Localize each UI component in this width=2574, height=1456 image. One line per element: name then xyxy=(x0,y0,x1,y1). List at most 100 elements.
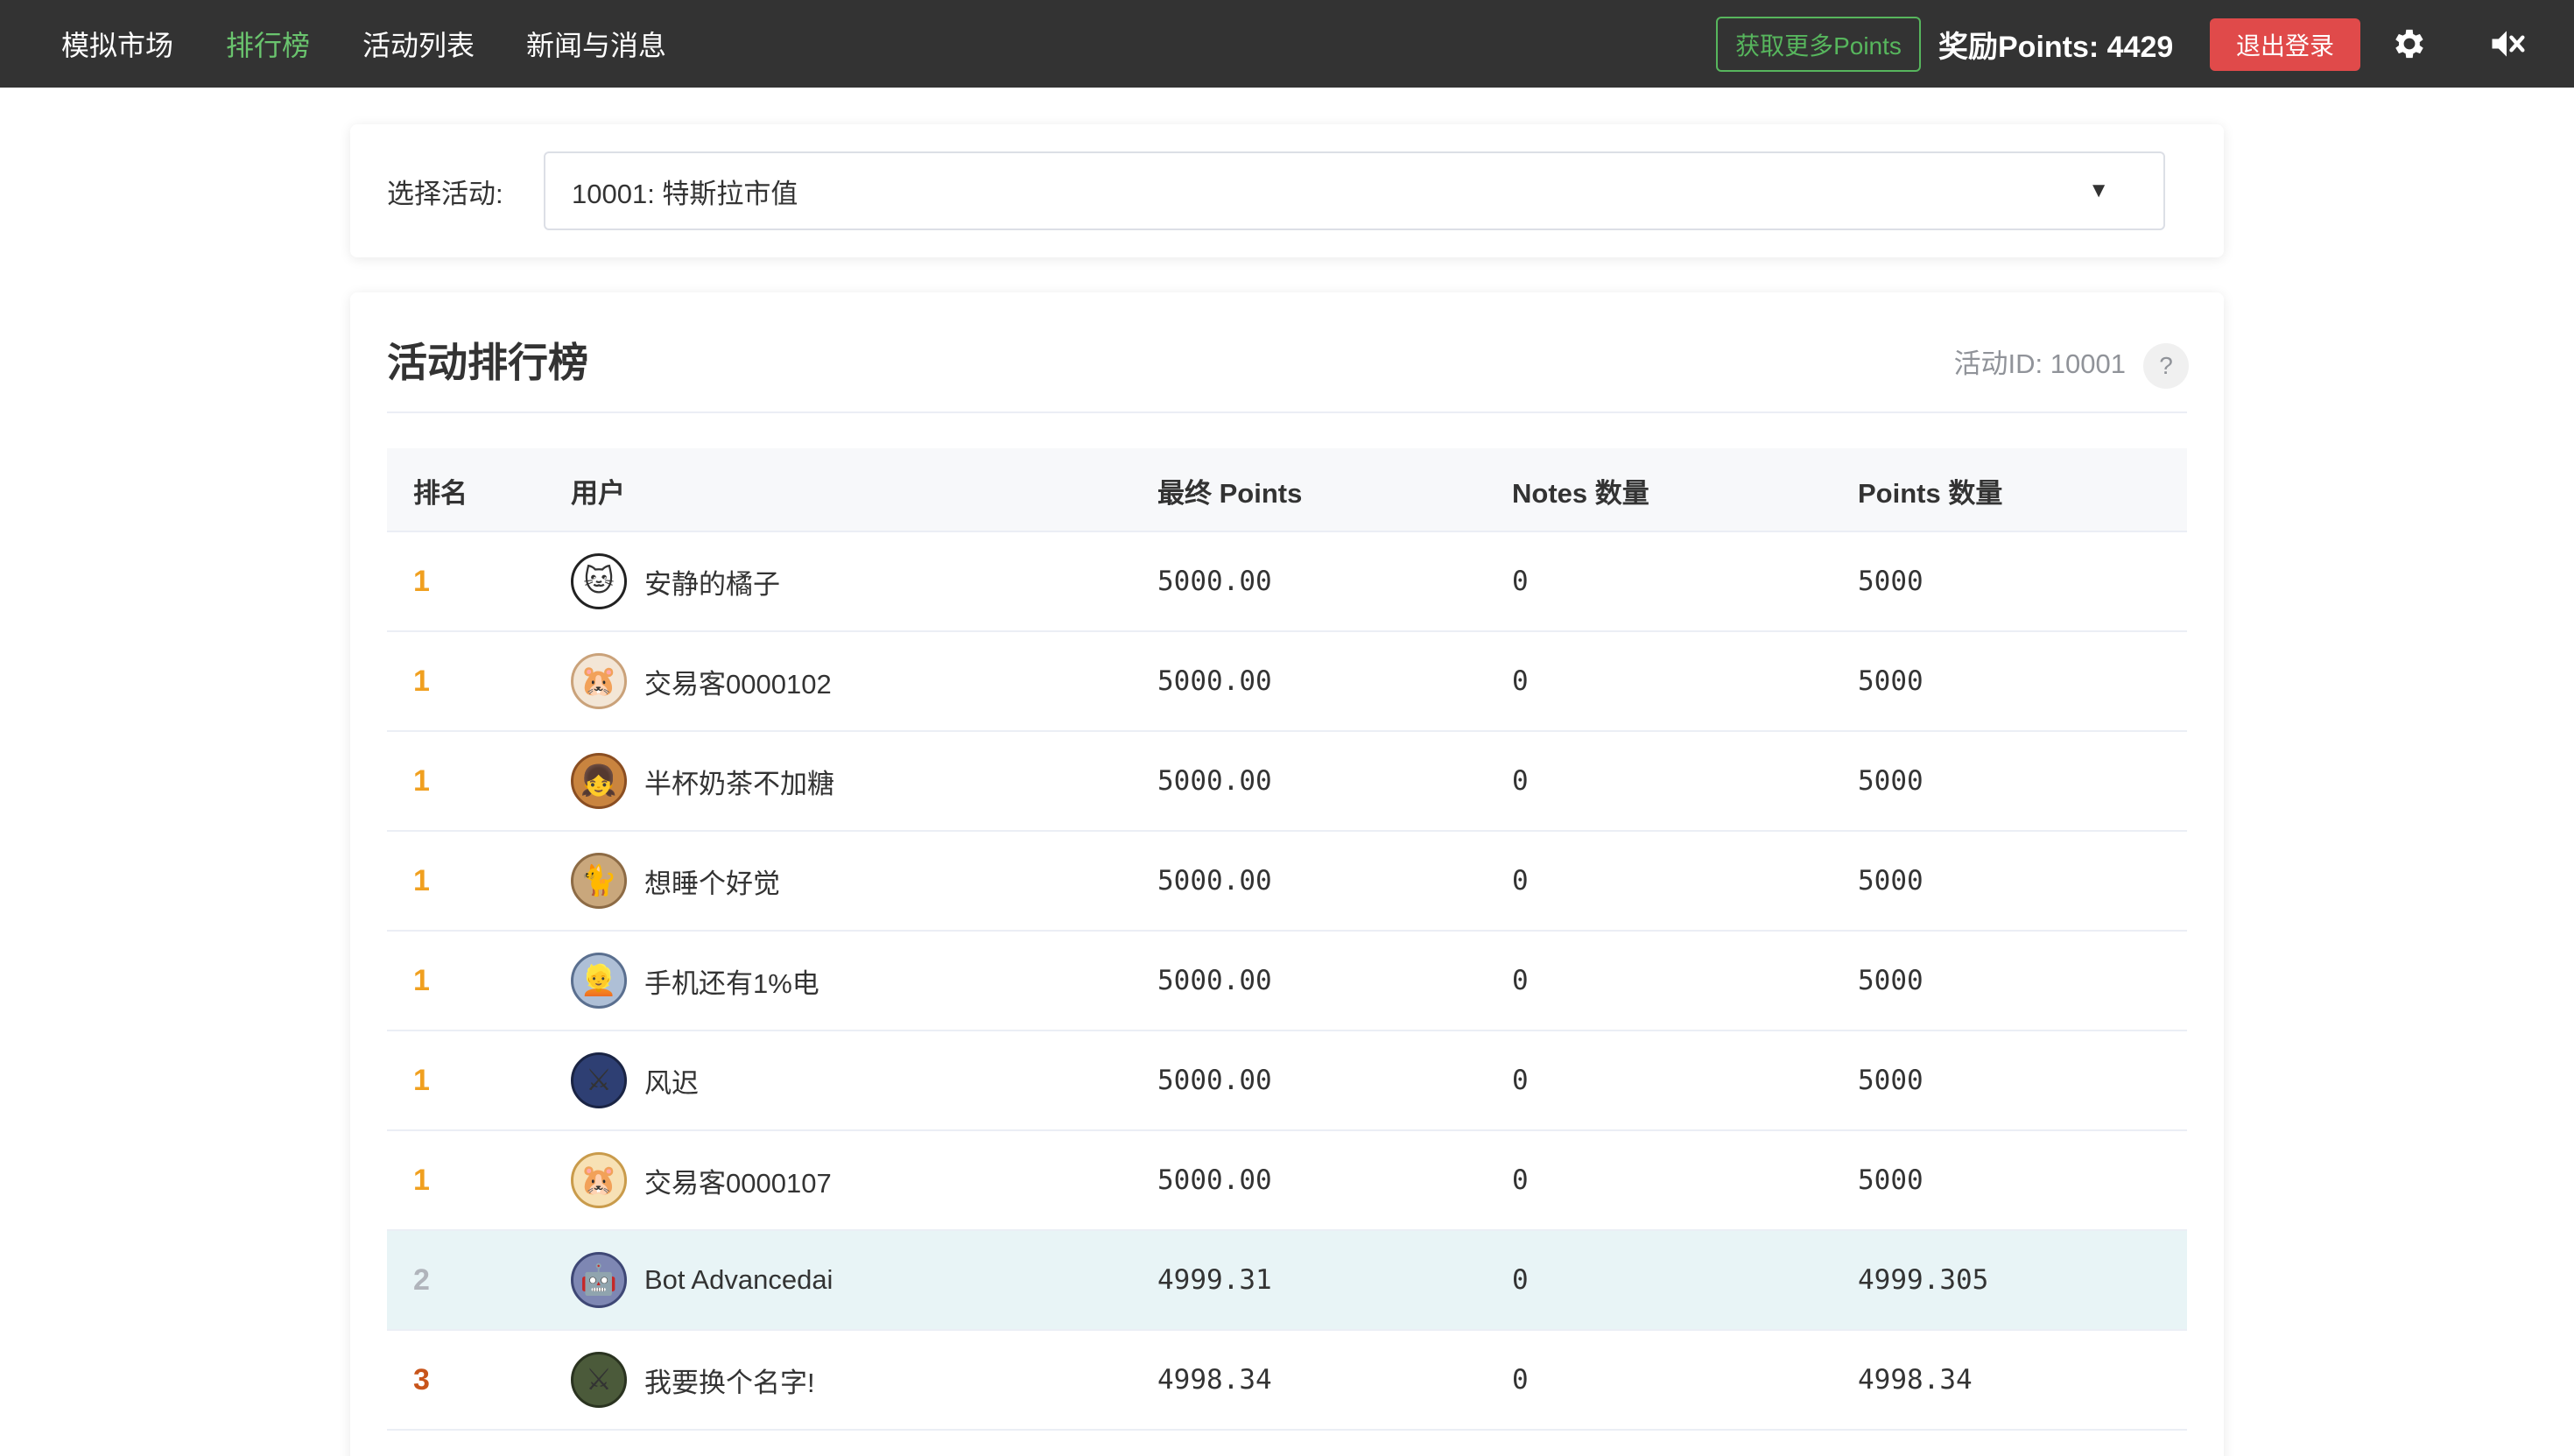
page-title: 活动排行榜 xyxy=(387,340,588,385)
rank-value: 1 xyxy=(413,963,430,997)
header-notes-count: Notes 数量 xyxy=(1512,477,1649,509)
points-count-value: 5000 xyxy=(1858,1164,1923,1196)
rank-value: 1 xyxy=(413,763,430,798)
header-user: 用户 xyxy=(571,477,625,509)
header-points-count: Points 数量 xyxy=(1858,477,2003,509)
notes-count-value: 0 xyxy=(1512,1364,1529,1396)
table-row[interactable]: 1 ⚔ 风迟 5000.00 0 5000 xyxy=(387,1031,2187,1131)
rank-value: 1 xyxy=(413,863,430,897)
notes-count-value: 0 xyxy=(1512,566,1529,597)
user-name: 手机还有1%电 xyxy=(644,967,819,999)
gear-icon[interactable] xyxy=(2388,22,2431,66)
table-header: 排名 用户 最终 Points Notes 数量 Points 数量 xyxy=(387,448,2187,532)
select-activity-label: 选择活动: xyxy=(387,178,503,209)
dropdown-arrow-icon: ▼ xyxy=(2088,179,2109,202)
rank-value: 1 xyxy=(413,1163,430,1197)
user-cell[interactable]: 🐈 想睡个好觉 xyxy=(571,832,780,930)
help-icon[interactable]: ? xyxy=(2143,343,2189,389)
points-count-value: 4998.34 xyxy=(1858,1364,1973,1396)
points-count-value: 5000 xyxy=(1858,765,1923,797)
nav-item-news[interactable]: 新闻与消息 xyxy=(526,0,666,88)
get-more-points-button[interactable]: 获取更多Points xyxy=(1716,17,1921,72)
points-count-value: 4999.305 xyxy=(1858,1264,1989,1296)
final-points-value: 5000.00 xyxy=(1157,965,1272,996)
nav-item-activities[interactable]: 活动列表 xyxy=(362,0,475,88)
title-divider xyxy=(387,411,2187,413)
user-cell[interactable]: 👧 半杯奶茶不加糖 xyxy=(571,732,834,830)
user-cell[interactable]: ⚔ 风迟 xyxy=(571,1031,699,1129)
final-points-value: 4999.31 xyxy=(1157,1264,1272,1296)
rank-value: 1 xyxy=(413,1063,430,1097)
table-row[interactable]: 3 ⚔ 我要换个名字! 4998.34 0 4998.34 xyxy=(387,1331,2187,1431)
final-points-value: 5000.00 xyxy=(1157,566,1272,597)
nav-item-market[interactable]: 模拟市场 xyxy=(61,0,173,88)
mute-icon[interactable] xyxy=(2485,22,2528,66)
activity-id-label: 活动ID: 10001 xyxy=(1953,348,2126,379)
avatar: 🤖 xyxy=(571,1252,627,1308)
avatar: 🐹 xyxy=(571,653,627,709)
nav-item-leaderboard[interactable]: 排行榜 xyxy=(226,0,310,88)
user-name: 安静的橘子 xyxy=(644,568,780,600)
avatar: 🐈 xyxy=(571,853,627,909)
table-row[interactable]: 1 🐹 交易客0000102 5000.00 0 5000 xyxy=(387,632,2187,732)
logout-button[interactable]: 退出登录 xyxy=(2210,18,2360,71)
avatar: ⚔ xyxy=(571,1352,627,1408)
user-cell[interactable]: 🐹 交易客0000102 xyxy=(571,632,832,730)
points-count-value: 5000 xyxy=(1858,965,1923,996)
final-points-value: 5000.00 xyxy=(1157,1065,1272,1096)
table-row[interactable]: 1 🐈 想睡个好觉 5000.00 0 5000 xyxy=(387,832,2187,932)
table-row[interactable]: 2 🤖 Bot Advancedai 4999.31 0 4999.305 xyxy=(387,1231,2187,1331)
notes-count-value: 0 xyxy=(1512,1264,1529,1296)
user-cell[interactable]: 👱 手机还有1%电 xyxy=(571,932,819,1030)
points-count-value: 5000 xyxy=(1858,865,1923,897)
user-name: 交易客0000107 xyxy=(644,1167,832,1199)
notes-count-value: 0 xyxy=(1512,665,1529,697)
points-count-value: 5000 xyxy=(1858,665,1923,697)
user-name: 我要换个名字! xyxy=(644,1367,815,1398)
avatar: 🐱 xyxy=(571,553,627,609)
user-name: 半杯奶茶不加糖 xyxy=(644,768,834,799)
notes-count-value: 0 xyxy=(1512,965,1529,996)
table-row[interactable]: 1 🐹 交易客0000107 5000.00 0 5000 xyxy=(387,1131,2187,1231)
final-points-value: 4998.34 xyxy=(1157,1364,1272,1396)
notes-count-value: 0 xyxy=(1512,865,1529,897)
leaderboard-card: 活动排行榜 活动ID: 10001 ? 排名 用户 最终 Points Note… xyxy=(350,292,2224,1456)
selected-activity-value: 10001: 特斯拉市值 xyxy=(572,178,798,209)
rank-value: 1 xyxy=(413,664,430,698)
header-final-points: 最终 Points xyxy=(1157,477,1303,509)
notes-count-value: 0 xyxy=(1512,1164,1529,1196)
user-name: 想睡个好觉 xyxy=(644,868,780,899)
user-cell[interactable]: 🤖 Bot Advancedai xyxy=(571,1231,833,1329)
points-count-value: 5000 xyxy=(1858,1065,1923,1096)
avatar: ⚔ xyxy=(571,1052,627,1108)
table-row[interactable]: 1 👱 手机还有1%电 5000.00 0 5000 xyxy=(387,932,2187,1031)
rank-value: 1 xyxy=(413,564,430,598)
table-row[interactable]: 1 🐱 安静的橘子 5000.00 0 5000 xyxy=(387,532,2187,632)
table-row[interactable]: 1 👧 半杯奶茶不加糖 5000.00 0 5000 xyxy=(387,732,2187,832)
user-cell[interactable]: ⚔ 我要换个名字! xyxy=(571,1331,815,1429)
rank-value: 2 xyxy=(413,1263,430,1297)
points-count-value: 5000 xyxy=(1858,566,1923,597)
table-body: 1 🐱 安静的橘子 5000.00 0 5000 1 🐹 交易客0000102 … xyxy=(387,532,2187,1431)
notes-count-value: 0 xyxy=(1512,765,1529,797)
avatar: 👧 xyxy=(571,753,627,809)
final-points-value: 5000.00 xyxy=(1157,665,1272,697)
rank-value: 3 xyxy=(413,1362,430,1396)
top-navbar: 模拟市场 排行榜 活动列表 新闻与消息 获取更多Points 奖励Points:… xyxy=(0,0,2574,88)
avatar: 👱 xyxy=(571,953,627,1009)
user-name: 风迟 xyxy=(644,1067,699,1099)
header-rank: 排名 xyxy=(413,477,468,509)
final-points-value: 5000.00 xyxy=(1157,765,1272,797)
user-cell[interactable]: 🐹 交易客0000107 xyxy=(571,1131,832,1229)
reward-points-display: 奖励Points: 4429 xyxy=(1938,30,2174,64)
final-points-value: 5000.00 xyxy=(1157,1164,1272,1196)
activity-select-dropdown[interactable]: 10001: 特斯拉市值 ▼ xyxy=(544,151,2165,230)
final-points-value: 5000.00 xyxy=(1157,865,1272,897)
leaderboard-table: 排名 用户 最终 Points Notes 数量 Points 数量 1 🐱 安… xyxy=(387,448,2187,1431)
activity-select-card: 选择活动: 10001: 特斯拉市值 ▼ xyxy=(350,124,2224,257)
user-name: 交易客0000102 xyxy=(644,668,832,700)
avatar: 🐹 xyxy=(571,1152,627,1208)
user-name: Bot Advancedai xyxy=(644,1264,833,1295)
notes-count-value: 0 xyxy=(1512,1065,1529,1096)
user-cell[interactable]: 🐱 安静的橘子 xyxy=(571,532,780,630)
